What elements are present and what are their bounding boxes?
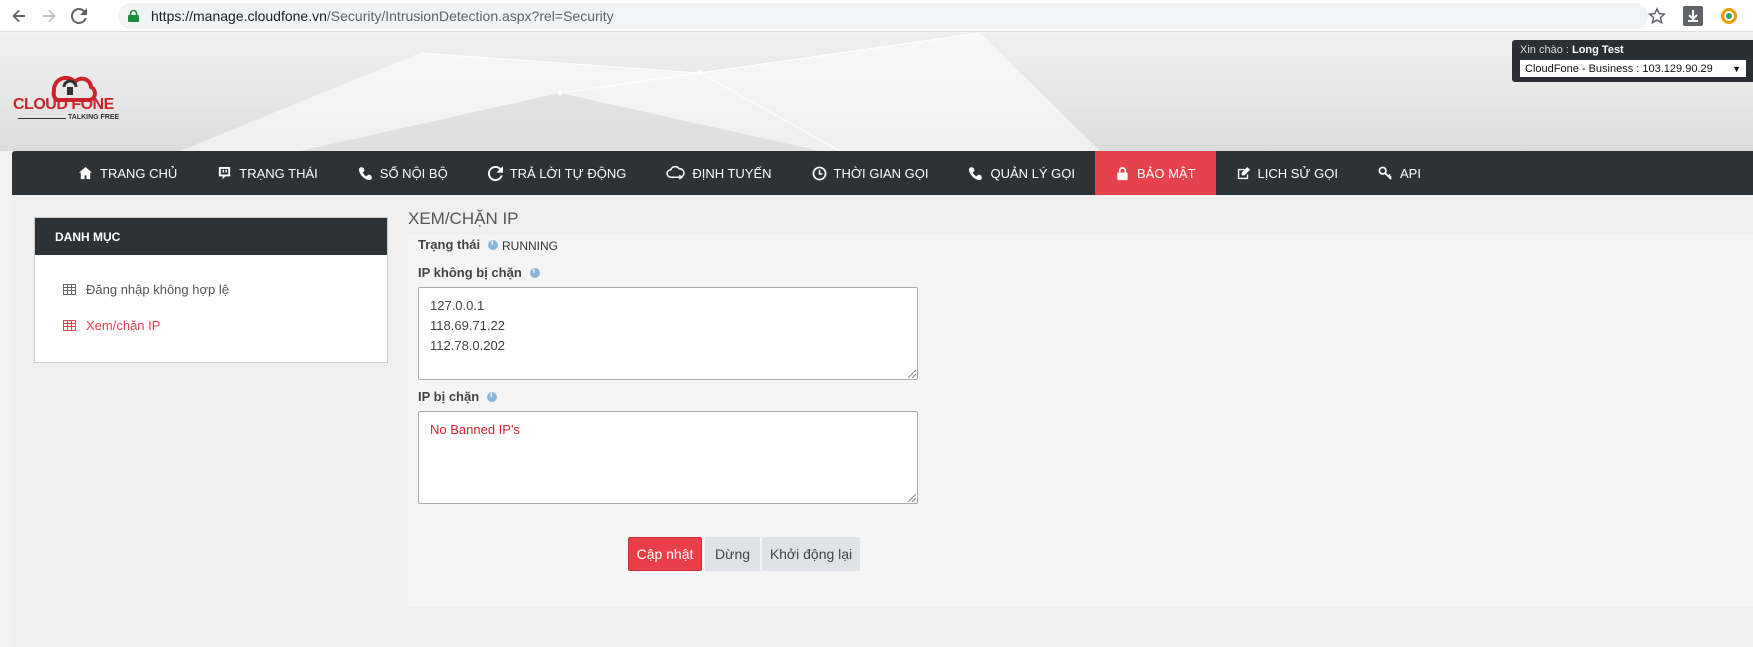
page-content: DANH MỤC Đăng nhập không hợp lệ Xem/chặn… [12, 195, 1753, 647]
nav-item-label: TRẢ LỜI TỰ ĐỘNG [509, 165, 627, 181]
extension-icon[interactable] [1717, 4, 1741, 28]
cloud-route-icon [666, 165, 686, 180]
nav-item-trang-thai[interactable]: TRẠNG THÁI [197, 151, 338, 195]
status-value: RUNNING [502, 239, 558, 253]
account-select[interactable]: CloudFone - Business : 103.129.90.29 ▼ [1520, 60, 1746, 77]
logo-divider [18, 118, 66, 119]
forward-arrow-icon[interactable] [38, 5, 60, 27]
panel-body: Trạng thái RUNNING IP không bị chặn 127.… [408, 235, 1753, 607]
page-title: XEM/CHẶN IP [408, 209, 519, 228]
info-icon[interactable] [488, 238, 499, 250]
whitelist-label-row: IP không bị chặn [418, 265, 540, 280]
star-icon[interactable] [1645, 4, 1669, 28]
url-path: /Security/IntrusionDetection.aspx?rel=Se… [326, 8, 614, 24]
browser-toolbar: https://manage.cloudfone.vn/Security/Int… [0, 0, 1753, 32]
whitelist-ip: 118.69.71.22 [430, 318, 505, 333]
sidebar-item-label: Xem/chặn IP [86, 317, 161, 333]
user-panel: Xin chào : Long Test CloudFone - Busines… [1512, 40, 1753, 82]
nav-item-label: QUẢN LÝ GỌI [990, 165, 1076, 181]
resize-handle-icon[interactable] [908, 494, 916, 502]
whitelist-textarea[interactable]: 127.0.0.1 118.69.71.22 112.78.0.202 [418, 287, 918, 380]
banned-label-row: IP bị chặn [418, 389, 498, 404]
site-header: CLOUD FONE TALKING FREE Xin chào : Long … [0, 33, 1753, 151]
greeting-prefix: Xin chào : [1520, 44, 1569, 56]
whitelist-ip: 112.78.0.202 [430, 338, 505, 353]
nav-item-label: TRANG CHỦ [100, 165, 178, 181]
address-bar[interactable]: https://manage.cloudfone.vn/Security/Int… [118, 3, 1648, 29]
url-host: https://manage.cloudfone.vn [151, 8, 327, 24]
user-name: Long Test [1571, 44, 1624, 56]
nav-item-lich-su-goi[interactable]: LỊCH SỬ GỌI [1216, 151, 1358, 195]
status-label-row: Trạng thái [418, 237, 499, 252]
account-selected-value: CloudFone - Business : 103.129.90.29 [1525, 62, 1713, 75]
sidebar-item-label: Đăng nhập không hợp lệ [86, 281, 229, 297]
nav-item-label: ĐỊNH TUYẾN [692, 165, 772, 181]
lock-icon [128, 10, 139, 22]
nav-item-label: BẢO MẬT [1137, 165, 1196, 181]
edit-icon [1237, 166, 1250, 179]
nav-item-bao-mat[interactable]: BẢO MẬT [1095, 151, 1216, 195]
nav-item-thoi-gian-goi[interactable]: THỜI GIAN GỌI [792, 151, 949, 195]
download-icon[interactable] [1681, 4, 1705, 28]
banned-textarea[interactable]: No Banned IP's [418, 411, 918, 504]
restart-button[interactable]: Khởi động lại [762, 537, 860, 571]
home-icon [78, 166, 93, 179]
table-icon [63, 319, 76, 331]
banned-label: IP bị chặn [418, 389, 480, 404]
update-button[interactable]: Cập nhật [628, 537, 702, 571]
nav-item-api[interactable]: API [1358, 151, 1441, 195]
header-background-graphic [180, 33, 1100, 151]
nav-item-trang-chu[interactable]: TRANG CHỦ [58, 151, 197, 195]
sidebar-item-view-block-ip[interactable]: Xem/chặn IP [35, 307, 387, 343]
phone-icon [969, 166, 983, 180]
back-arrow-icon[interactable] [8, 5, 30, 27]
nav-item-label: SỔ NỘI BỘ [379, 165, 448, 181]
sidebar-title: DANH MỤC [35, 218, 387, 255]
banned-ip: No Banned IP's [430, 422, 520, 437]
reload-icon[interactable] [68, 5, 90, 27]
logo-text: CLOUD FONE [13, 96, 114, 113]
table-icon [63, 283, 76, 295]
nav-item-label: THỜI GIAN GỌI [833, 165, 929, 181]
nav-item-dinh-tuyen[interactable]: ĐỊNH TUYẾN [646, 151, 791, 195]
whitelist-label: IP không bị chặn [418, 265, 522, 280]
nav-item-tra-loi-tu-dong[interactable]: TRẢ LỜI TỰ ĐỘNG [468, 151, 647, 195]
nav-item-label: API [1399, 165, 1421, 181]
info-icon[interactable] [487, 390, 498, 402]
ip-management-panel: XEM/CHẶN IP Trạng thái RUNNING IP không … [408, 203, 1753, 607]
key-icon [1378, 166, 1392, 180]
main-navigation: TRANG CHỦ TRẠNG THÁI SỔ NỘI BỘ TRẢ LỜI T… [12, 151, 1753, 195]
info-icon[interactable] [529, 266, 540, 278]
lock-icon [1117, 166, 1128, 180]
dropdown-arrow-icon: ▼ [1732, 63, 1741, 74]
logo-tagline: TALKING FREE [68, 114, 120, 121]
stop-button[interactable]: Dừng [705, 537, 760, 571]
resize-handle-icon[interactable] [908, 370, 916, 378]
refresh-icon [487, 165, 503, 181]
nav-item-so-noi-bo[interactable]: SỔ NỘI BỘ [338, 151, 468, 195]
status-label: Trạng thái [418, 237, 481, 252]
whitelist-ip: 127.0.0.1 [430, 298, 485, 313]
nav-item-label: LỊCH SỬ GỌI [1257, 165, 1338, 181]
category-sidebar: DANH MỤC Đăng nhập không hợp lệ Xem/chặn… [34, 217, 388, 363]
phone-icon [358, 166, 372, 180]
status-icon [219, 166, 231, 179]
nav-item-quan-ly-goi[interactable]: QUẢN LÝ GỌI [948, 151, 1095, 195]
nav-item-label: TRẠNG THÁI [239, 165, 318, 181]
sidebar-item-invalid-login[interactable]: Đăng nhập không hợp lệ [35, 271, 387, 307]
clock-icon [812, 166, 826, 180]
greeting: Xin chào : Long Test [1520, 44, 1745, 56]
